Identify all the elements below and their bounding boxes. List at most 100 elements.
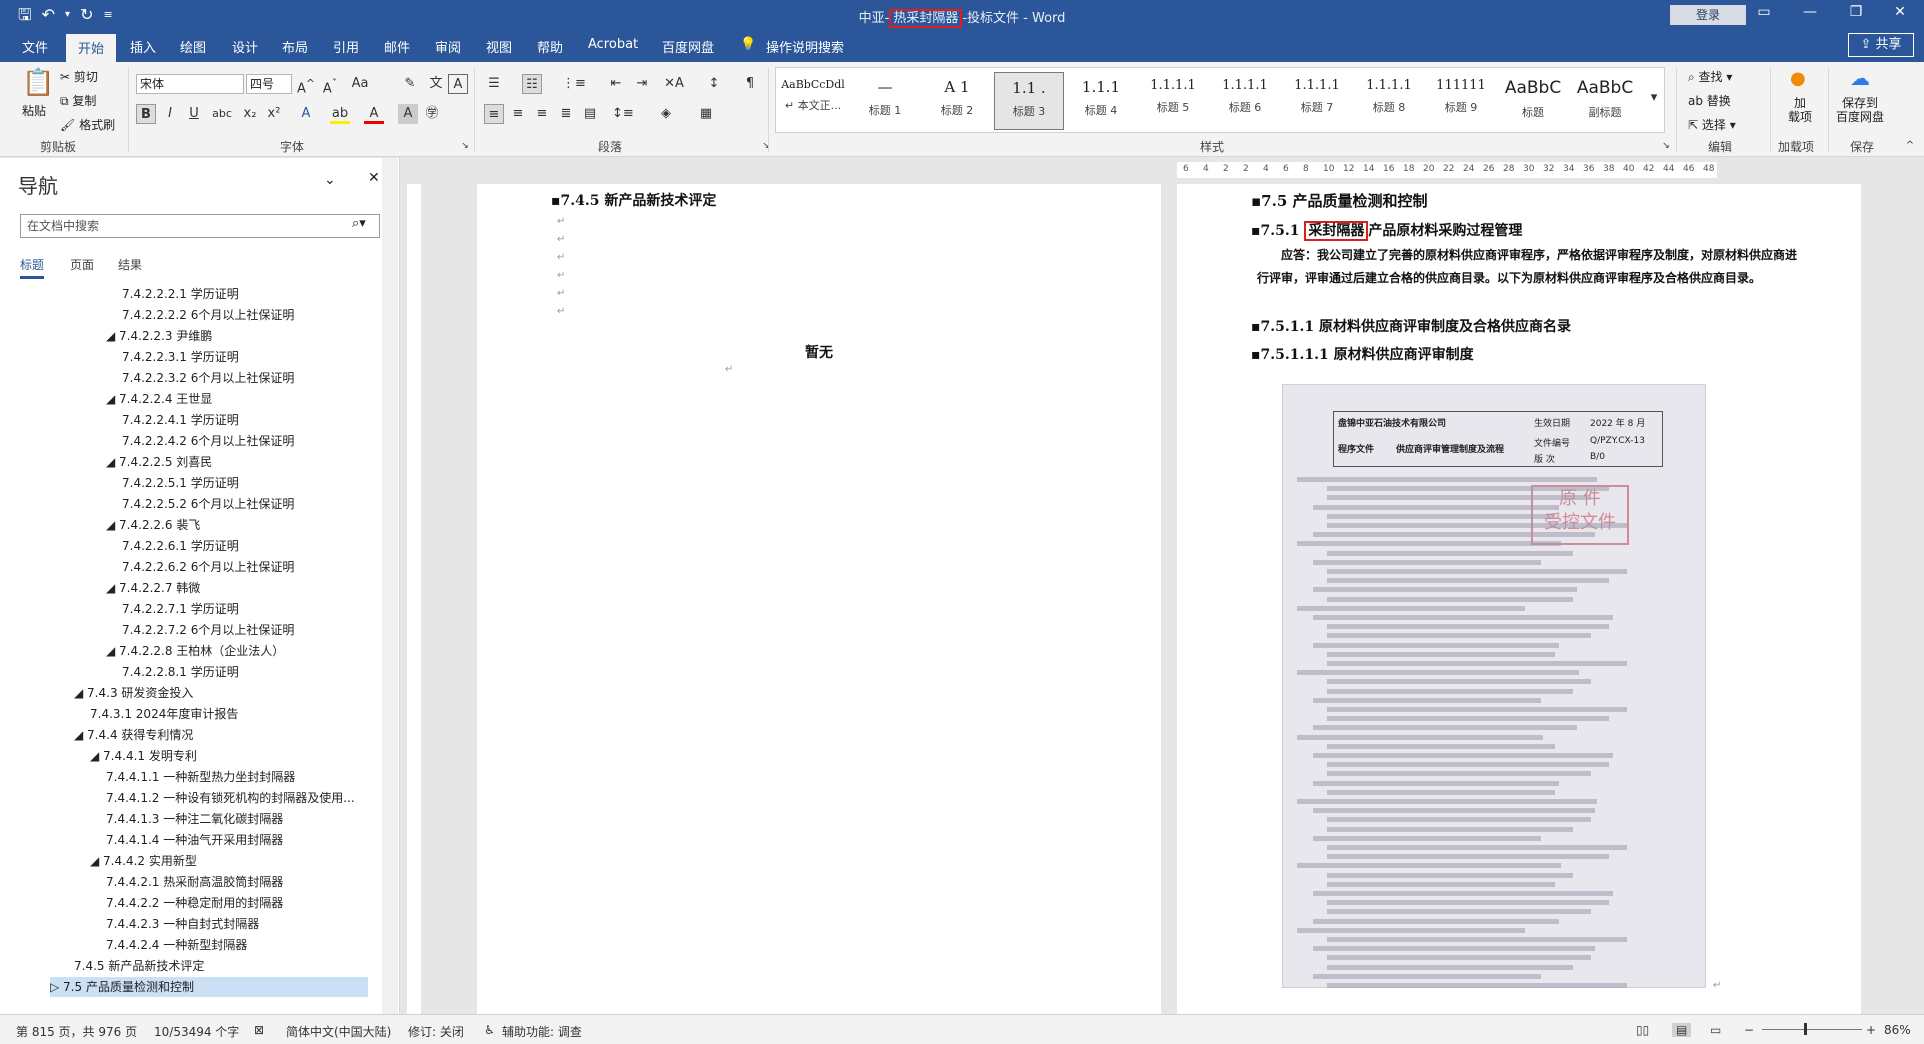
ribbon-display-icon[interactable]: ▭ [1744,4,1784,20]
tab-baidu-netdisk[interactable]: 百度网盘 [662,37,714,56]
shading-icon[interactable]: ◈ [656,104,676,124]
align-center-icon[interactable]: ≡ [508,104,528,124]
tab-mailings[interactable]: 邮件 [384,37,410,56]
enclose-char-icon[interactable]: ㊫ [422,104,442,124]
highlight-icon[interactable]: ab [330,104,350,124]
justify-icon[interactable]: ≣ [556,104,576,124]
nav-heading-item[interactable]: 7.4.2.2.6.1 学历证明 [122,536,370,556]
tab-help[interactable]: 帮助 [537,37,563,56]
horizontal-ruler[interactable]: 6 4 2 2 4 6 8 10 12 14 16 18 20 22 24 26 28 30 32 34 36 38 40 4… [1177,162,1717,178]
nav-heading-item[interactable]: 7.4.2.2.2.1 学历证明 [122,284,370,304]
language[interactable]: 简体中文(中国大陆) [286,1023,391,1040]
style-normal[interactable]: AaBbCcDdl ↵ 本文正... [778,72,848,130]
replace-button[interactable]: ab 替换 [1688,92,1731,109]
paste-button[interactable]: 粘贴 [22,102,46,119]
font-color-icon[interactable]: A [364,104,384,124]
subscript-icon[interactable]: x₂ [240,104,260,124]
restore-icon[interactable]: ❐ [1836,4,1876,20]
tab-design[interactable]: 设计 [232,37,258,56]
search-icon[interactable]: ⌕▾ [352,216,366,231]
proofing-icon[interactable]: ⊠ [254,1023,264,1037]
strikethrough-icon[interactable]: abc [212,104,232,124]
nav-heading-item[interactable]: ◢ 7.4.4.2 实用新型 [90,851,370,871]
nav-heading-item[interactable]: 7.4.4.2.1 热采耐高温胶筒封隔器 [106,872,370,892]
tab-file[interactable]: 文件 [22,37,48,56]
nav-heading-item[interactable]: 7.4.4.1.2 一种设有锁死机构的封隔器及使用... [106,788,370,808]
font-dialog-launcher-icon[interactable]: ↘ [455,136,475,156]
nav-heading-item[interactable]: 7.4.2.2.7.1 学历证明 [122,599,370,619]
style-heading-7[interactable]: 1.1.1.1 标题 7 [1282,72,1352,130]
style-heading-5[interactable]: 1.1.1.1 标题 5 [1138,72,1208,130]
decrease-indent-icon[interactable]: ⇤ [606,74,626,94]
nav-heading-item[interactable]: 7.4.4.2.4 一种新型封隔器 [106,935,370,955]
nav-heading-item[interactable]: 7.4.4.2.2 一种稳定耐用的封隔器 [106,893,370,913]
sort-icon[interactable]: ↕ [704,74,724,94]
cloud-icon[interactable]: ☁ [1850,66,1870,90]
nav-heading-item[interactable]: ◢ 7.4.2.2.5 刘喜民 [106,452,370,472]
print-layout-icon[interactable]: ▤ [1672,1023,1692,1037]
style-title[interactable]: AaBbC 标题 [1498,72,1568,130]
nav-heading-item[interactable]: 7.4.2.2.2.2 6个月以上社保证明 [122,305,370,325]
nav-heading-item[interactable]: 7.4.2.2.8.1 学历证明 [122,662,370,682]
find-button[interactable]: ⌕ 查找 ▾ [1688,68,1732,85]
tab-home[interactable]: 开始 [66,34,117,62]
nav-heading-item[interactable]: ▷ 7.5 产品质量检测和控制 [50,977,368,997]
underline-icon[interactable]: U [184,104,204,124]
multilevel-list-icon[interactable]: ⋮≡ [562,74,586,94]
nav-heading-item[interactable]: 7.4.2.2.4.1 学历证明 [122,410,370,430]
zoom-level[interactable]: 86% [1884,1023,1911,1037]
italic-icon[interactable]: I [160,104,180,124]
tab-references[interactable]: 引用 [333,37,359,56]
borders-icon[interactable]: ▦ [696,104,716,124]
login-button[interactable]: 登录 [1670,5,1746,25]
nav-heading-item[interactable]: 7.4.2.2.5.1 学历证明 [122,473,370,493]
nav-heading-item[interactable]: 7.4.3.1 2024年度审计报告 [90,704,370,724]
font-name-select[interactable]: 宋体 [136,74,244,94]
align-left-icon[interactable]: ≡ [484,104,504,124]
text-effects-icon[interactable]: A [296,104,316,124]
distributed-icon[interactable]: ▤ [580,104,600,124]
nav-heading-item[interactable]: 7.4.4.1.1 一种新型热力坐封封隔器 [106,767,370,787]
tab-review[interactable]: 审阅 [435,37,461,56]
zoom-slider[interactable] [1762,1029,1862,1030]
nav-heading-item[interactable]: 7.4.2.2.5.2 6个月以上社保证明 [122,494,370,514]
clear-format-icon[interactable]: ✎ [400,74,420,94]
nav-heading-item[interactable]: ◢ 7.4.4.1 发明专利 [90,746,370,766]
nav-options-icon[interactable]: ⌄ [324,172,336,188]
bold-icon[interactable]: B [136,104,156,124]
tab-view[interactable]: 视图 [486,37,512,56]
save-to-baidu-button[interactable]: 保存到 百度网盘 [1836,96,1884,124]
select-button[interactable]: ⇱ 选择 ▾ [1688,116,1736,133]
nav-heading-item[interactable]: 7.4.5 新产品新技术评定 [74,956,370,976]
nav-heading-item[interactable]: ◢ 7.4.2.2.7 韩微 [106,578,370,598]
zoom-in-icon[interactable]: + [1866,1023,1876,1037]
scanned-document-image[interactable]: 盘锦中亚石油技术有限公司 程序文件 供应商评审管理制度及流程 生效日期 2022… [1282,384,1706,988]
nav-heading-item[interactable]: 7.4.4.1.3 一种注二氧化碳封隔器 [106,809,370,829]
nav-heading-item[interactable]: ◢ 7.4.2.2.3 尹维鹏 [106,326,370,346]
accessibility-icon[interactable]: ♿ [484,1023,495,1037]
web-layout-icon[interactable]: ▭ [1710,1023,1721,1037]
accessibility-status[interactable]: 辅助功能: 调查 [502,1023,582,1040]
char-shading-icon[interactable]: A [398,104,418,124]
nav-tab-headings[interactable]: 标题 [20,256,45,279]
cut-button[interactable]: ✂ 剪切 [60,68,98,85]
zoom-out-icon[interactable]: − [1744,1023,1754,1037]
addins-button[interactable]: 加 载项 [1788,96,1812,124]
styles-dialog-launcher-icon[interactable]: ↘ [1656,136,1676,156]
track-changes-status[interactable]: 修订: 关闭 [408,1023,464,1040]
nav-heading-item[interactable]: 7.4.4.2.3 一种自封式封隔器 [106,914,370,934]
font-size-select[interactable]: 四号 [246,74,292,94]
show-marks-icon[interactable]: ¶ [740,74,760,94]
grow-font-icon[interactable]: A^ [296,74,316,96]
nav-heading-item[interactable]: 7.4.2.2.7.2 6个月以上社保证明 [122,620,370,640]
nav-heading-item[interactable]: 7.4.4.1.4 一种油气开采用封隔器 [106,830,370,850]
paragraph-dialog-launcher-icon[interactable]: ↘ [756,136,776,156]
phonetic-guide-icon[interactable]: 文 [426,74,446,94]
paste-icon[interactable]: 📋 [22,68,54,98]
styles-more-icon[interactable]: ▾ [1644,88,1664,108]
style-heading-1[interactable]: — 标题 1 [850,72,920,130]
bullets-icon[interactable]: ☰ [484,74,504,94]
nav-heading-item[interactable]: ◢ 7.4.3 研发资金投入 [74,683,370,703]
nav-heading-item[interactable]: 7.4.2.2.3.1 学历证明 [122,347,370,367]
copy-button[interactable]: ⧉ 复制 [60,92,96,109]
